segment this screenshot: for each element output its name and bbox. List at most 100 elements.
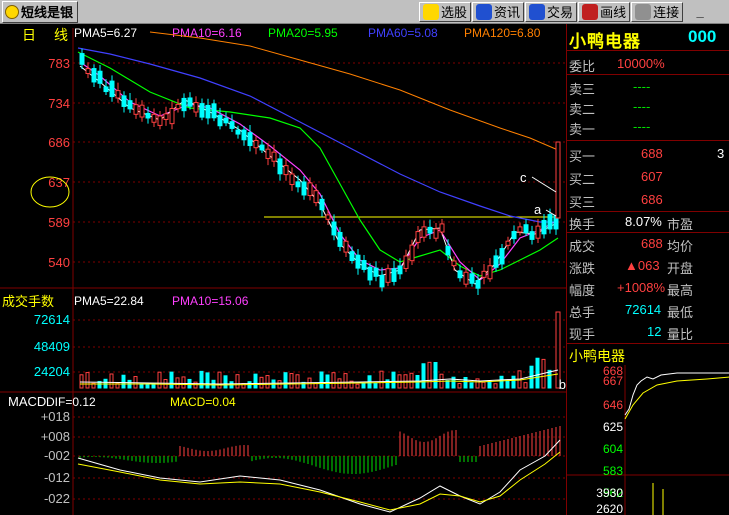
- candle-body: [433, 228, 439, 239]
- volume-bar: [427, 361, 432, 389]
- volume-bar: [235, 374, 240, 389]
- candle-body: [511, 231, 517, 240]
- candle-body: [301, 181, 307, 196]
- macd-tick-label: -022: [44, 491, 70, 506]
- draw-line-button[interactable]: 画线: [578, 1, 631, 22]
- ma-legend-item: PMA20=5.95: [268, 26, 338, 40]
- app-title: 短线是银: [21, 5, 74, 20]
- candle-body: [175, 103, 181, 110]
- candle-body: [169, 108, 175, 125]
- news-button[interactable]: 资讯: [472, 1, 525, 22]
- candle-body: [331, 221, 337, 236]
- volume-bar: [433, 362, 438, 389]
- stock-pick-button[interactable]: 选股: [419, 1, 472, 22]
- candle-body: [535, 225, 541, 239]
- connect-button[interactable]: 连接: [631, 1, 684, 22]
- volume-bar: [355, 383, 360, 389]
- candle-body: [211, 103, 217, 119]
- candle-body: [541, 219, 547, 235]
- mini-avg-line: [624, 376, 729, 420]
- volume-tick-label: 72614: [34, 312, 70, 327]
- candle-body: [151, 113, 157, 123]
- volume-bar: [499, 375, 504, 389]
- current-volume-row: 现手 12 量比: [569, 324, 694, 342]
- volume-bar: [79, 374, 84, 389]
- candle-body: [319, 198, 325, 211]
- volume-bar: [445, 380, 450, 389]
- candle-body: [121, 95, 127, 107]
- candle-body: [481, 270, 487, 278]
- candle-body: [499, 248, 505, 265]
- weibi-value: 10000%: [617, 56, 665, 71]
- macd-histogram: [79, 426, 561, 474]
- ma-legend-item: PMA60=5.08: [368, 26, 438, 40]
- chart-canvas: 日 线 783734686637589540 PMA5=6.27 PMA10=6.…: [0, 26, 566, 515]
- ma5-line: [79, 65, 556, 285]
- volume-bar: [109, 373, 114, 389]
- macd-legend-item: MACD=0.04: [170, 395, 236, 409]
- candle-body: [361, 260, 367, 270]
- candle-body: [355, 254, 361, 269]
- candle-body: [391, 268, 397, 282]
- volume-bar: [331, 372, 336, 389]
- volume-stat-row: 成交 688 均价: [569, 236, 694, 254]
- separator: [567, 343, 729, 344]
- weibi-row: 委比 10000%: [569, 56, 665, 74]
- separator: [567, 50, 729, 51]
- candle-body: [397, 265, 403, 275]
- volume-bar: [223, 375, 228, 389]
- candle-body: [109, 80, 115, 98]
- volume-bar: [391, 371, 396, 389]
- volume-legend-item: PMA10=15.06: [172, 294, 249, 308]
- minimize-button[interactable]: _: [693, 3, 707, 21]
- annotation-b: b: [559, 377, 566, 392]
- app-logo-icon: [5, 4, 19, 19]
- connect-icon: [635, 3, 652, 20]
- candle-body: [283, 165, 289, 176]
- volume-bar: [169, 371, 174, 389]
- macd-tick-label: +008: [41, 429, 70, 444]
- candle-body: [157, 115, 163, 126]
- volume-bar: [523, 382, 528, 389]
- candle-body: [127, 100, 133, 110]
- stock-code: 000: [688, 27, 717, 46]
- main-chart[interactable]: 日 线 783 734 686 637 589 540 PMA5=6.27 PMA10=6.…: [0, 24, 566, 515]
- candle-body: [505, 240, 511, 246]
- candle-body: [115, 90, 121, 99]
- price-tick-label: 589: [48, 215, 70, 230]
- ma-legend: PMA5=6.27 PMA10=6.16 PMA20=5.95 PMA60=5.08 P…: [74, 26, 541, 40]
- price-tick-label: 686: [48, 135, 70, 150]
- intraday-mini-chart: 66866764662560458356239302620: [567, 365, 729, 515]
- volume-bars: [79, 311, 561, 389]
- buy2-row: 买二 607: [569, 169, 663, 187]
- volume-bar: [481, 381, 486, 389]
- volume-tick-label: 48409: [34, 339, 70, 354]
- volume-bar: [181, 376, 186, 389]
- change-stat-row: 涨跌 ▲063 开盘: [569, 258, 694, 276]
- candle-body: [85, 68, 91, 75]
- candle-body: [265, 148, 271, 159]
- candle-body: [139, 104, 145, 118]
- trade-button[interactable]: 交易: [525, 1, 578, 22]
- candle-body: [427, 226, 433, 234]
- candle-body: [217, 114, 223, 127]
- volume-bar: [343, 373, 348, 389]
- candle-body: [445, 246, 451, 256]
- volume-bar: [361, 382, 366, 389]
- candle-body: [289, 173, 295, 186]
- sell1-row: 卖一 ----: [569, 119, 651, 137]
- candle-body: [451, 260, 457, 267]
- candle-body: [277, 158, 283, 175]
- mini-tick-label: 604: [603, 442, 623, 456]
- app-title-button[interactable]: 短线是银: [2, 0, 79, 23]
- candle-body: [229, 121, 235, 129]
- mini-tick-label: 646: [603, 398, 623, 412]
- ma-legend-item: PMA5=6.27: [74, 26, 137, 40]
- buy3-row: 买三 686: [569, 192, 663, 210]
- candle-body: [385, 268, 391, 283]
- volume-bar: [379, 370, 384, 389]
- candle-body: [223, 117, 229, 124]
- candle-body: [253, 139, 259, 149]
- price-axis: 783734686637589540: [48, 56, 70, 270]
- amplitude-stat-row: 幅度 +1008% 最高: [569, 280, 694, 298]
